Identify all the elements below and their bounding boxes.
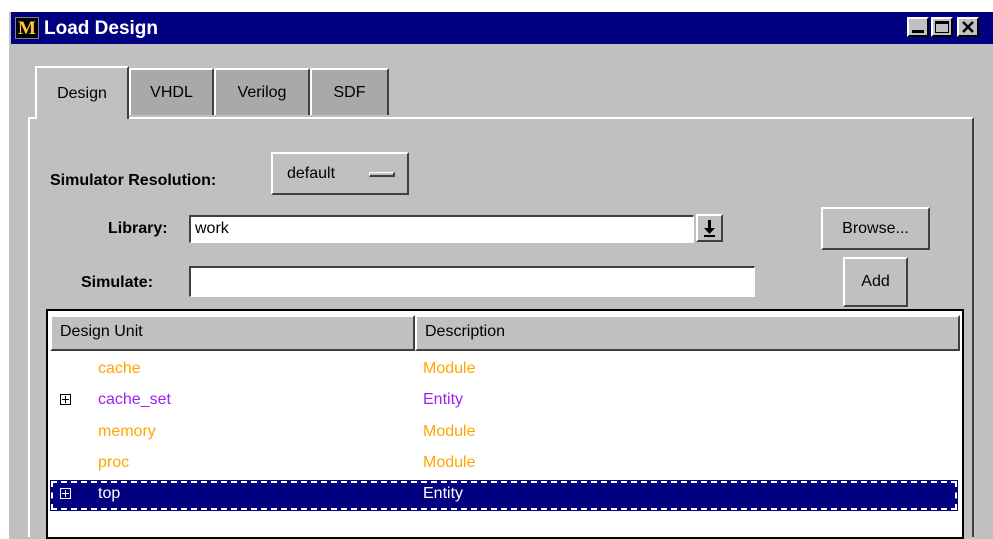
tab-design-label: Design xyxy=(57,84,107,102)
tab-vhdl[interactable]: VHDL xyxy=(129,68,214,115)
title-bar[interactable]: M Load Design xyxy=(11,12,993,44)
tab-sdf[interactable]: SDF xyxy=(310,68,389,115)
close-button[interactable] xyxy=(957,17,979,37)
close-icon xyxy=(962,21,974,33)
modelsim-app-icon[interactable]: M xyxy=(15,17,39,39)
maximize-icon xyxy=(935,21,949,33)
maximize-button[interactable] xyxy=(931,17,953,37)
tab-vhdl-label: VHDL xyxy=(150,83,193,101)
tab-sdf-label: SDF xyxy=(333,83,366,101)
tab-design[interactable]: Design xyxy=(35,66,129,119)
minimize-button[interactable] xyxy=(907,17,929,37)
design-tab-panel xyxy=(28,117,974,537)
app-icon-letter: M xyxy=(18,17,36,39)
tab-verilog-label: Verilog xyxy=(237,83,287,101)
window-title: Load Design xyxy=(44,18,159,39)
tab-verilog[interactable]: Verilog xyxy=(214,68,310,115)
minimize-icon xyxy=(912,30,924,33)
